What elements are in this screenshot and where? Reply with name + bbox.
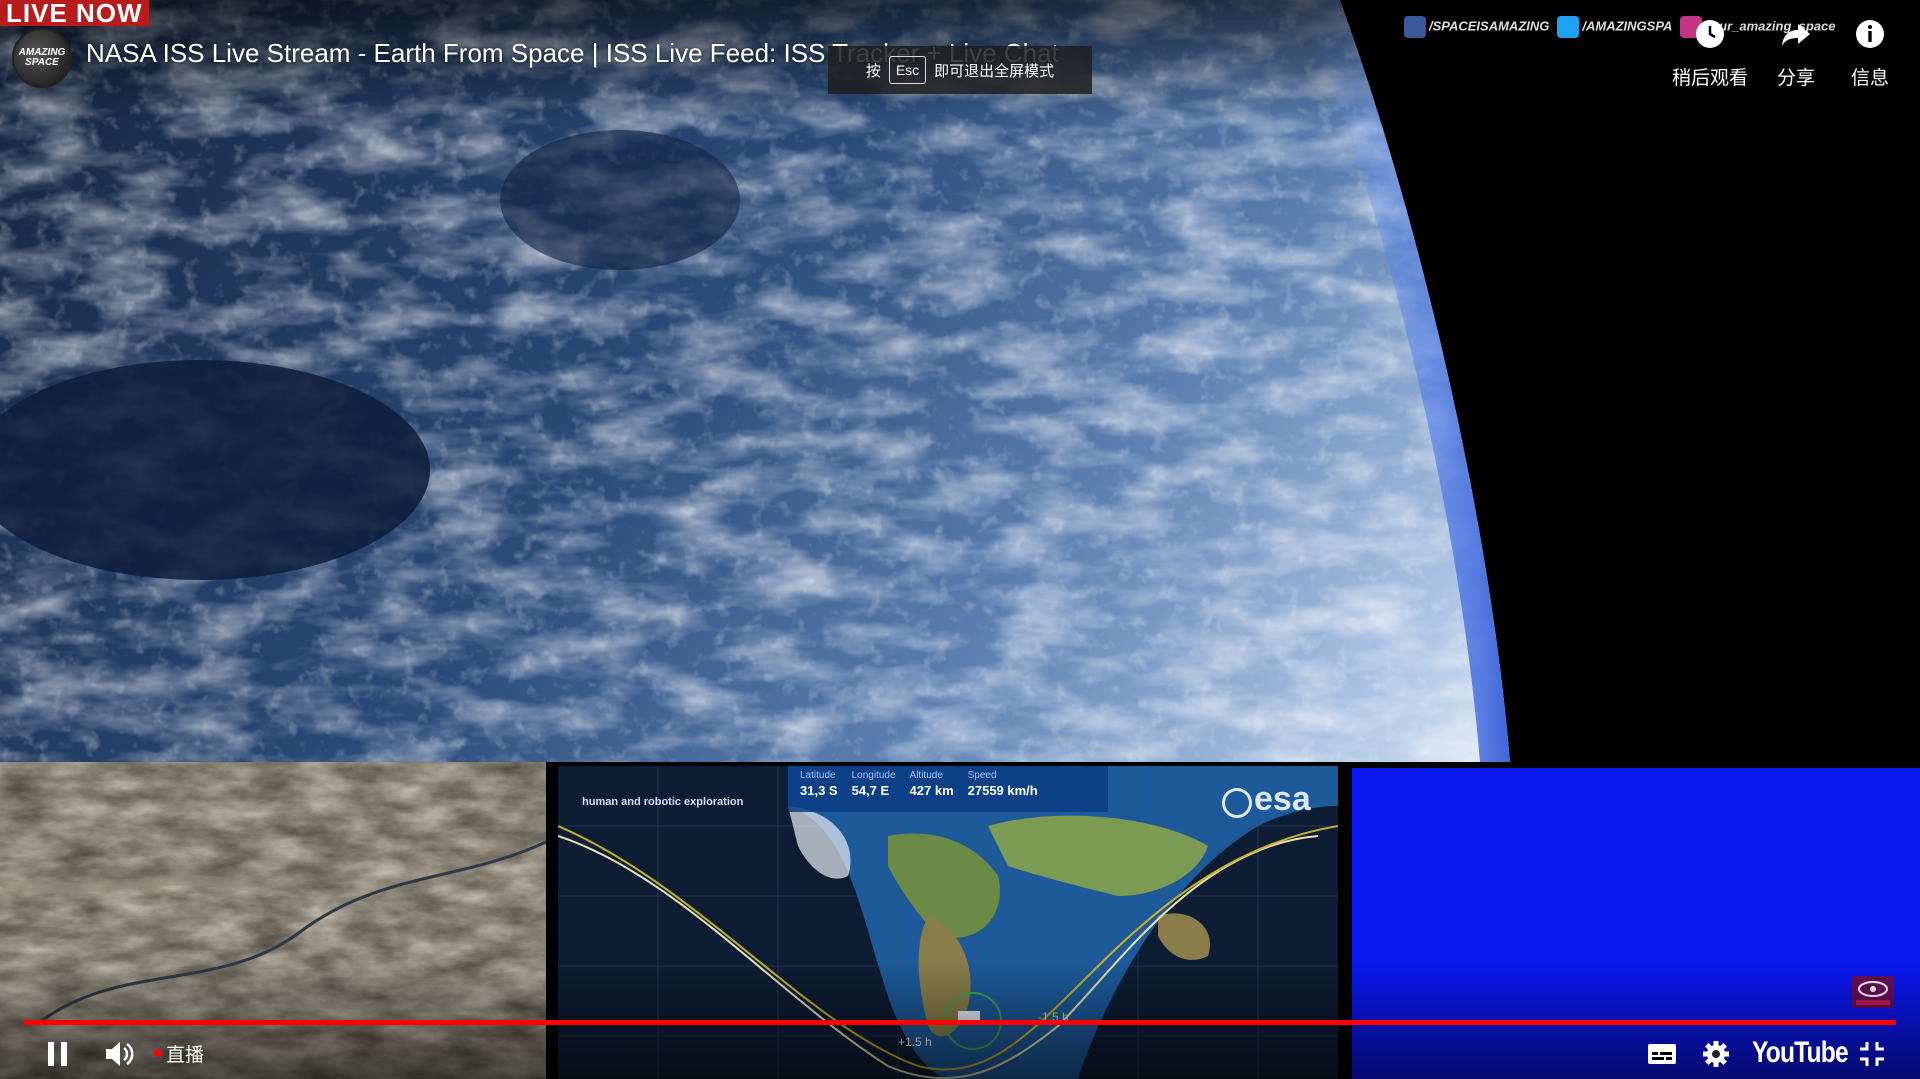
stat-latitude: Latitude 31,3 S [800, 770, 838, 798]
info-button[interactable]: 信息 [1830, 18, 1910, 90]
iss-stats-panel: Latitude 31,3 S Longitude 54,7 E Altitude 4… [788, 766, 1108, 812]
settings-button[interactable] [1696, 1036, 1736, 1072]
clock-icon [1696, 20, 1724, 48]
live-now-badge: LIVE NOW [0, 0, 149, 26]
progress-bar[interactable] [24, 1020, 1896, 1025]
live-label[interactable]: 直播 [166, 1040, 204, 1067]
toast-suffix: 即可退出全屏模式 [934, 62, 1055, 80]
esc-key: Esc [888, 56, 927, 84]
share-arrow-icon [1782, 24, 1810, 46]
pause-icon [48, 1042, 67, 1066]
twitter-icon [1557, 16, 1580, 38]
live-indicator-dot [154, 1049, 162, 1057]
youtube-logo[interactable]: YouTube [1752, 1036, 1849, 1070]
share-label: 分享 [1776, 68, 1815, 89]
facebook-icon [1404, 16, 1426, 38]
info-label: 信息 [1850, 68, 1889, 89]
volume-button[interactable] [100, 1036, 140, 1072]
subtitles-button[interactable] [1642, 1036, 1682, 1072]
info-icon [1856, 20, 1884, 48]
stat-speed: Speed 27559 km/h [967, 770, 1038, 798]
channel-avatar[interactable]: AMAZING SPACE [12, 28, 72, 88]
esa-logo: esa [1254, 780, 1311, 818]
social-twitter: /AMAZINGSPA [1557, 16, 1672, 38]
exit-fullscreen-toast: 按 Esc 即可退出全屏模式 [828, 46, 1092, 94]
pause-button[interactable] [40, 1036, 76, 1072]
stat-longitude: Longitude 54,7 E [851, 770, 896, 798]
toast-prefix: 按 [865, 62, 881, 80]
volume-icon [106, 1042, 134, 1066]
exit-fullscreen-button[interactable] [1852, 1036, 1892, 1072]
watch-later-button[interactable]: 稍后观看 [1670, 18, 1750, 90]
stat-altitude: Altitude 427 km [909, 770, 954, 798]
exit-fullscreen-icon [1860, 1042, 1884, 1066]
social-facebook: /SPACEISAMAZING [1404, 16, 1549, 38]
watch-later-label: 稍后观看 [1671, 68, 1748, 89]
subtitles-icon [1648, 1044, 1676, 1064]
share-button[interactable]: 分享 [1756, 18, 1836, 90]
tracker-subtitle: human and robotic exploration [582, 796, 744, 808]
esa-logo-ring [1222, 788, 1252, 818]
settings-icon [1703, 1041, 1729, 1067]
